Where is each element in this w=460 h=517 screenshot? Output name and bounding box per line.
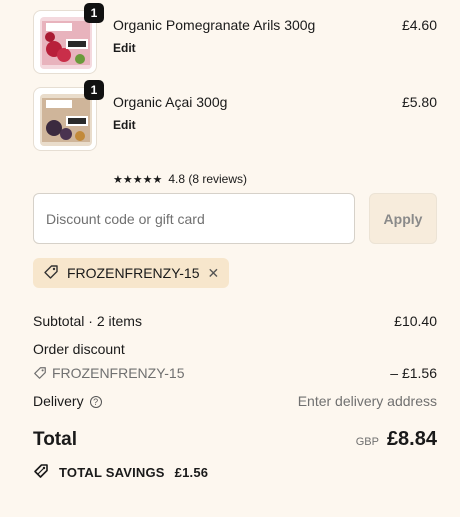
quantity-badge: 1	[84, 80, 104, 100]
discount-value: – £1.56	[390, 365, 437, 381]
rating-text: 4.8 (8 reviews)	[168, 172, 248, 186]
help-icon[interactable]: ?	[89, 396, 102, 409]
currency-code: GBP	[355, 436, 379, 448]
line-item: 1 Organic Pomegranate Arils 300g Edit £4…	[33, 3, 437, 80]
savings-label: TOTAL SAVINGS	[59, 465, 165, 480]
applied-discount-chip: FROZENFRENZY-15 ✕	[33, 258, 230, 288]
delivery-label: Delivery	[33, 393, 84, 409]
discount-code-text: FROZENFRENZY-15	[52, 365, 185, 381]
product-name: Organic Açai 300g	[113, 94, 228, 110]
subtotal-value: £10.40	[394, 313, 437, 329]
product-price: £5.80	[401, 94, 437, 110]
tag-icon	[34, 367, 46, 379]
product-thumbnail: 1	[33, 3, 104, 74]
product-price: £4.60	[401, 17, 437, 33]
product-image	[40, 94, 92, 146]
savings-value: £1.56	[174, 465, 209, 480]
remove-discount-icon[interactable]: ✕	[208, 266, 220, 280]
total-value: £8.84	[386, 428, 437, 450]
discount-code-tag: FROZENFRENZY-15	[33, 365, 185, 381]
rating-stars: ★★★★★	[113, 174, 163, 186]
line-item: 1 Organic Açai 300g Edit £5.80 ★★★★★ 4.8 …	[33, 80, 437, 186]
product-name: Organic Pomegranate Arils 300g	[113, 17, 316, 33]
savings-tag-icon	[33, 463, 51, 482]
subtotal-row: Subtotal · 2 items £10.40	[33, 313, 437, 329]
discount-code-input[interactable]	[33, 193, 355, 244]
discount-code-row: FROZENFRENZY-15 – £1.56	[33, 365, 437, 383]
product-image	[40, 17, 92, 69]
applied-code: FROZENFRENZY-15	[67, 265, 200, 281]
total-label: Total	[33, 429, 77, 450]
order-discount-row: Order discount	[33, 341, 437, 357]
order-discount-label: Order discount	[33, 341, 125, 357]
apply-button[interactable]: Apply	[369, 193, 437, 244]
total-savings: TOTAL SAVINGS £1.56	[33, 463, 208, 482]
subtotal-label: Subtotal · 2 items	[33, 313, 142, 329]
product-rating: ★★★★★ 4.8 (8 reviews)	[113, 172, 247, 186]
delivery-value: Enter delivery address	[297, 393, 437, 409]
quantity-badge: 1	[84, 3, 104, 23]
product-thumbnail: 1	[33, 80, 104, 151]
edit-link[interactable]: Edit	[113, 118, 136, 132]
order-summary: 1 Organic Pomegranate Arils 300g Edit £4…	[0, 0, 460, 517]
delivery-row: Delivery? Enter delivery address	[33, 393, 437, 409]
total-amount: GBP £8.84	[356, 428, 437, 451]
tag-icon	[43, 264, 59, 283]
edit-link[interactable]: Edit	[113, 41, 136, 55]
